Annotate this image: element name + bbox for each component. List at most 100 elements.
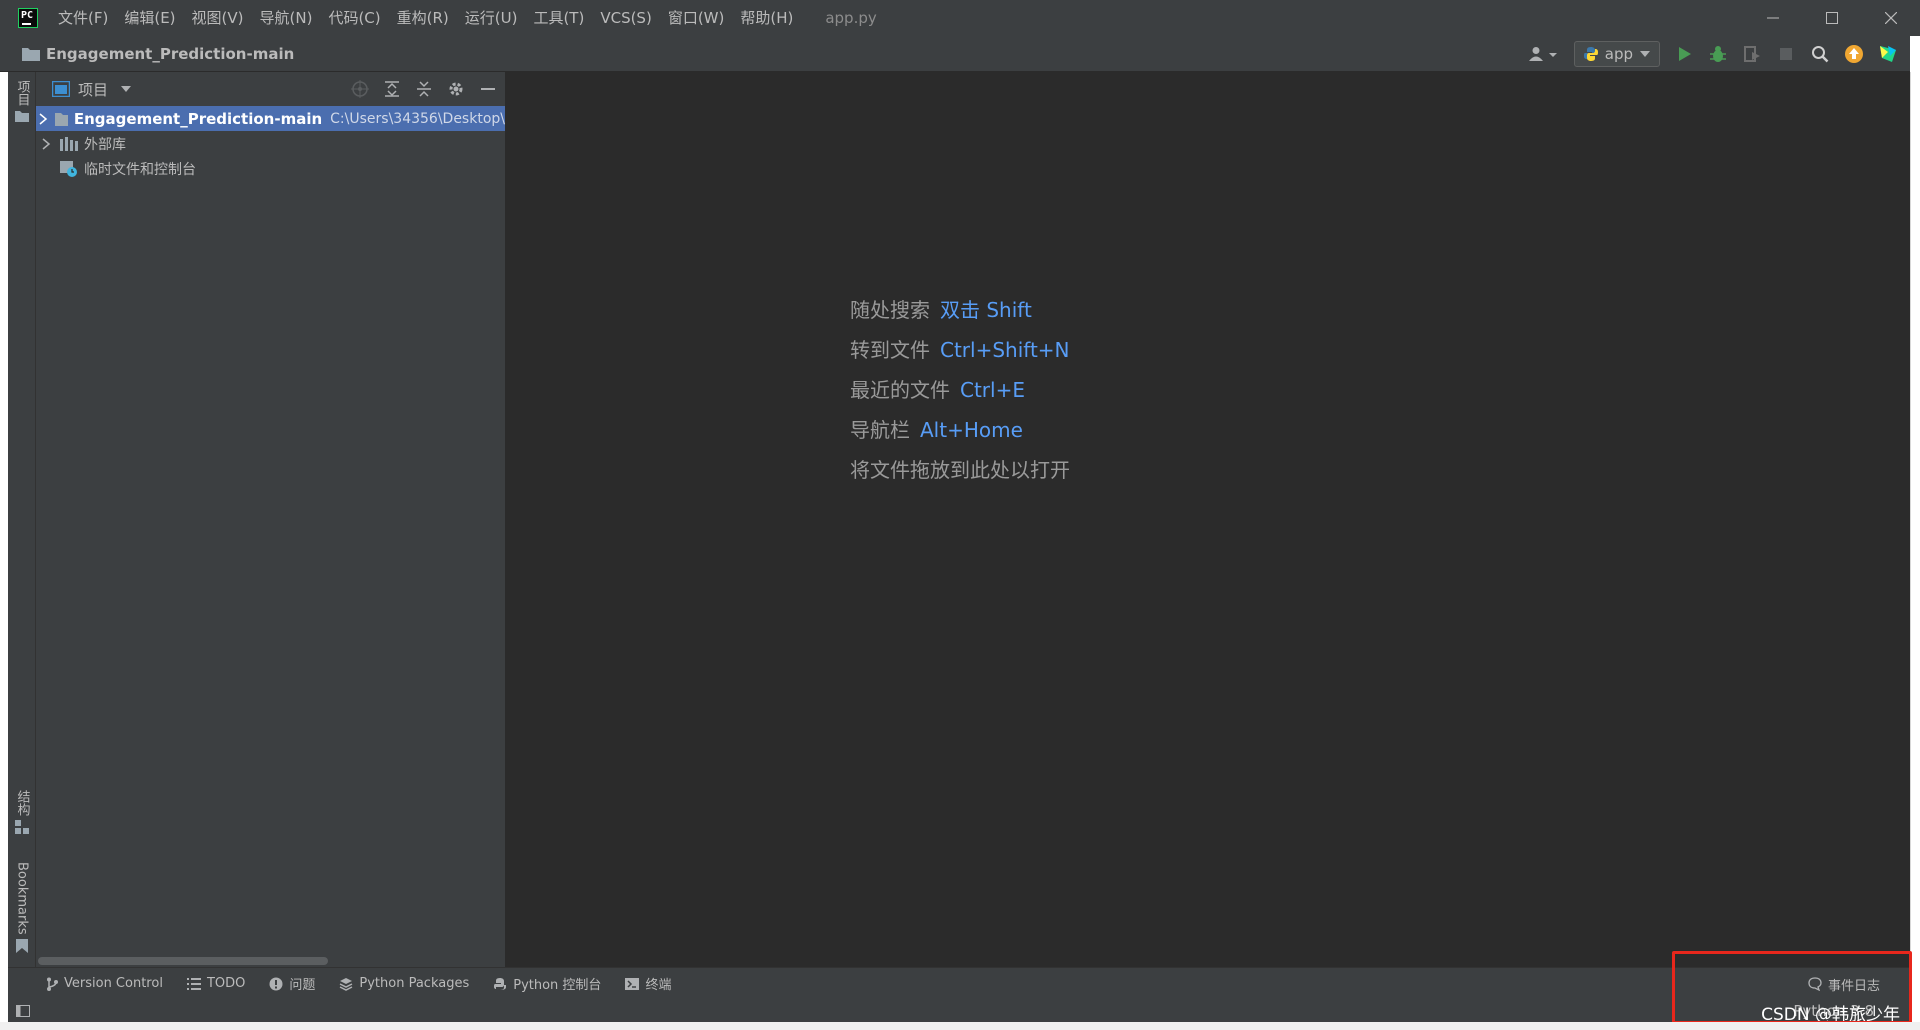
hide-panel-icon[interactable] (479, 80, 497, 98)
navigation-bar: Engagement_Prediction-main app (0, 36, 1910, 72)
tree-row-scratches[interactable]: 临时文件和控制台 (36, 156, 505, 181)
menu-help[interactable]: 帮助(H) (732, 0, 801, 36)
search-everywhere-button[interactable] (1810, 44, 1830, 64)
bookmarks-tool-button[interactable]: Bookmarks (8, 862, 36, 953)
title-bar: PC 文件(F) 编辑(E) 视图(V) 导航(N) 代码(C) 重构(R) 运… (0, 0, 1920, 36)
project-panel-header: 项目 (36, 72, 505, 106)
menu-refactor[interactable]: 重构(R) (389, 0, 457, 36)
menu-vcs[interactable]: VCS(S) (592, 0, 659, 36)
close-icon (1884, 12, 1897, 24)
run-configuration-select[interactable]: app (1573, 41, 1660, 67)
stop-button[interactable] (1776, 44, 1796, 64)
updates-button[interactable] (1844, 44, 1864, 64)
tool-label: 问题 (289, 978, 316, 993)
hint-drop-files: 将文件拖放到此处以打开 (850, 454, 1070, 483)
jetbrains-toolbox-button[interactable] (1878, 44, 1898, 64)
menu-window[interactable]: 窗口(W) (660, 0, 733, 36)
gear-icon[interactable] (447, 80, 465, 98)
menu-run[interactable]: 运行(U) (457, 0, 526, 36)
python-icon (494, 977, 507, 990)
hint-action: 随处搜索 (850, 298, 930, 322)
menu-edit[interactable]: 编辑(E) (116, 0, 183, 36)
folder-icon (54, 112, 68, 126)
project-view-icon (52, 81, 70, 97)
breadcrumb-project[interactable]: Engagement_Prediction-main (46, 45, 294, 63)
minimize-button[interactable] (1743, 0, 1802, 36)
stop-icon (1780, 48, 1792, 60)
tree-row-project-root[interactable]: Engagement_Prediction-main C:\Users\3435… (36, 106, 505, 131)
menu-code[interactable]: 代码(C) (320, 0, 388, 36)
info-icon (269, 977, 283, 990)
list-icon (186, 977, 201, 990)
hint-action: 转到文件 (850, 338, 930, 362)
chevron-right-icon[interactable] (36, 112, 51, 125)
project-panel-tools (351, 72, 497, 106)
maximize-button[interactable] (1802, 0, 1861, 36)
tool-problems[interactable]: 问题 (257, 974, 327, 993)
menu-view[interactable]: 视图(V) (184, 0, 252, 36)
screen-bottom-edge (0, 1022, 1920, 1030)
editor-empty-area[interactable]: 随处搜索 双击 Shift 转到文件 Ctrl+Shift+N 最近的文件 Ctrl+… (506, 72, 1910, 967)
tree-label-external-libraries: 外部库 (84, 136, 126, 153)
horizontal-scrollbar[interactable] (38, 957, 328, 965)
hint-action: 将文件拖放到此处以打开 (850, 458, 1070, 482)
hint-action: 导航栏 (850, 418, 910, 442)
update-arrow-icon (1845, 45, 1863, 63)
close-window-button[interactable] (1861, 0, 1920, 36)
project-tool-button[interactable]: 项目 (8, 80, 36, 122)
search-icon (1812, 46, 1829, 63)
tool-terminal[interactable]: 终端 (613, 974, 683, 993)
tool-label: Python 控制台 (513, 978, 602, 993)
python-icon (1583, 47, 1598, 61)
layers-icon (340, 977, 353, 991)
run-button[interactable] (1674, 44, 1694, 64)
folder-icon (15, 111, 29, 122)
tree-row-external-libraries[interactable]: 外部库 (36, 131, 505, 156)
branch-icon (47, 977, 58, 991)
tree-path-project: C:\Users\34356\Desktop\ (330, 110, 505, 127)
debug-button[interactable] (1708, 44, 1728, 64)
hint-shortcut: Alt+Home (920, 418, 1023, 442)
hint-goto-file: 转到文件 Ctrl+Shift+N (850, 334, 1070, 363)
tool-label: TODO (206, 976, 246, 991)
debug-bug-icon (1710, 46, 1726, 62)
pycharm-logo-icon: PC (17, 7, 41, 31)
chevron-down-icon[interactable] (120, 85, 132, 93)
main-toolbar: app (1526, 36, 1898, 72)
tool-label: 终端 (645, 978, 672, 993)
tool-label: Python Packages (359, 976, 470, 991)
expand-all-icon[interactable] (383, 80, 401, 98)
menu-file[interactable]: 文件(F) (50, 0, 116, 36)
chevron-right-icon[interactable] (36, 137, 56, 150)
menu-navigate[interactable]: 导航(N) (252, 0, 321, 36)
window-file-title: app.py (825, 9, 877, 27)
bookmarks-tool-label: Bookmarks (14, 862, 30, 935)
run-with-coverage-button[interactable] (1742, 44, 1762, 64)
coverage-icon (1744, 46, 1760, 62)
window-controls (1743, 0, 1920, 36)
account-button[interactable] (1526, 44, 1560, 64)
tool-version-control[interactable]: Version Control (34, 976, 175, 991)
library-icon (60, 136, 78, 151)
structure-tool-label: 结构 (14, 790, 30, 816)
hint-shortcut: 双击 Shift (940, 298, 1032, 322)
hint-search-everywhere: 随处搜索 双击 Shift (850, 294, 1032, 323)
collapse-all-icon[interactable] (415, 80, 433, 98)
jetbrains-logo-icon (1880, 46, 1896, 62)
tool-python-packages[interactable]: Python Packages (327, 976, 481, 991)
chevron-down-icon (1640, 51, 1650, 57)
run-configuration-label: app (1604, 45, 1633, 63)
tree-label-scratches: 临时文件和控制台 (84, 161, 196, 178)
tool-python-console[interactable]: Python 控制台 (481, 974, 613, 993)
folder-icon (22, 47, 40, 61)
menu-tools[interactable]: 工具(T) (525, 0, 592, 36)
structure-tool-button[interactable]: 结构 (8, 790, 36, 834)
structure-icon (15, 820, 29, 834)
toggle-tool-windows-icon[interactable] (16, 1004, 30, 1017)
hint-recent-files: 最近的文件 Ctrl+E (850, 374, 1025, 403)
user-icon (1528, 47, 1557, 61)
red-highlight-annotation (1672, 951, 1912, 1024)
locate-target-icon[interactable] (351, 80, 369, 98)
project-panel-title[interactable]: 项目 (78, 79, 108, 100)
tool-todo[interactable]: TODO (175, 976, 257, 991)
